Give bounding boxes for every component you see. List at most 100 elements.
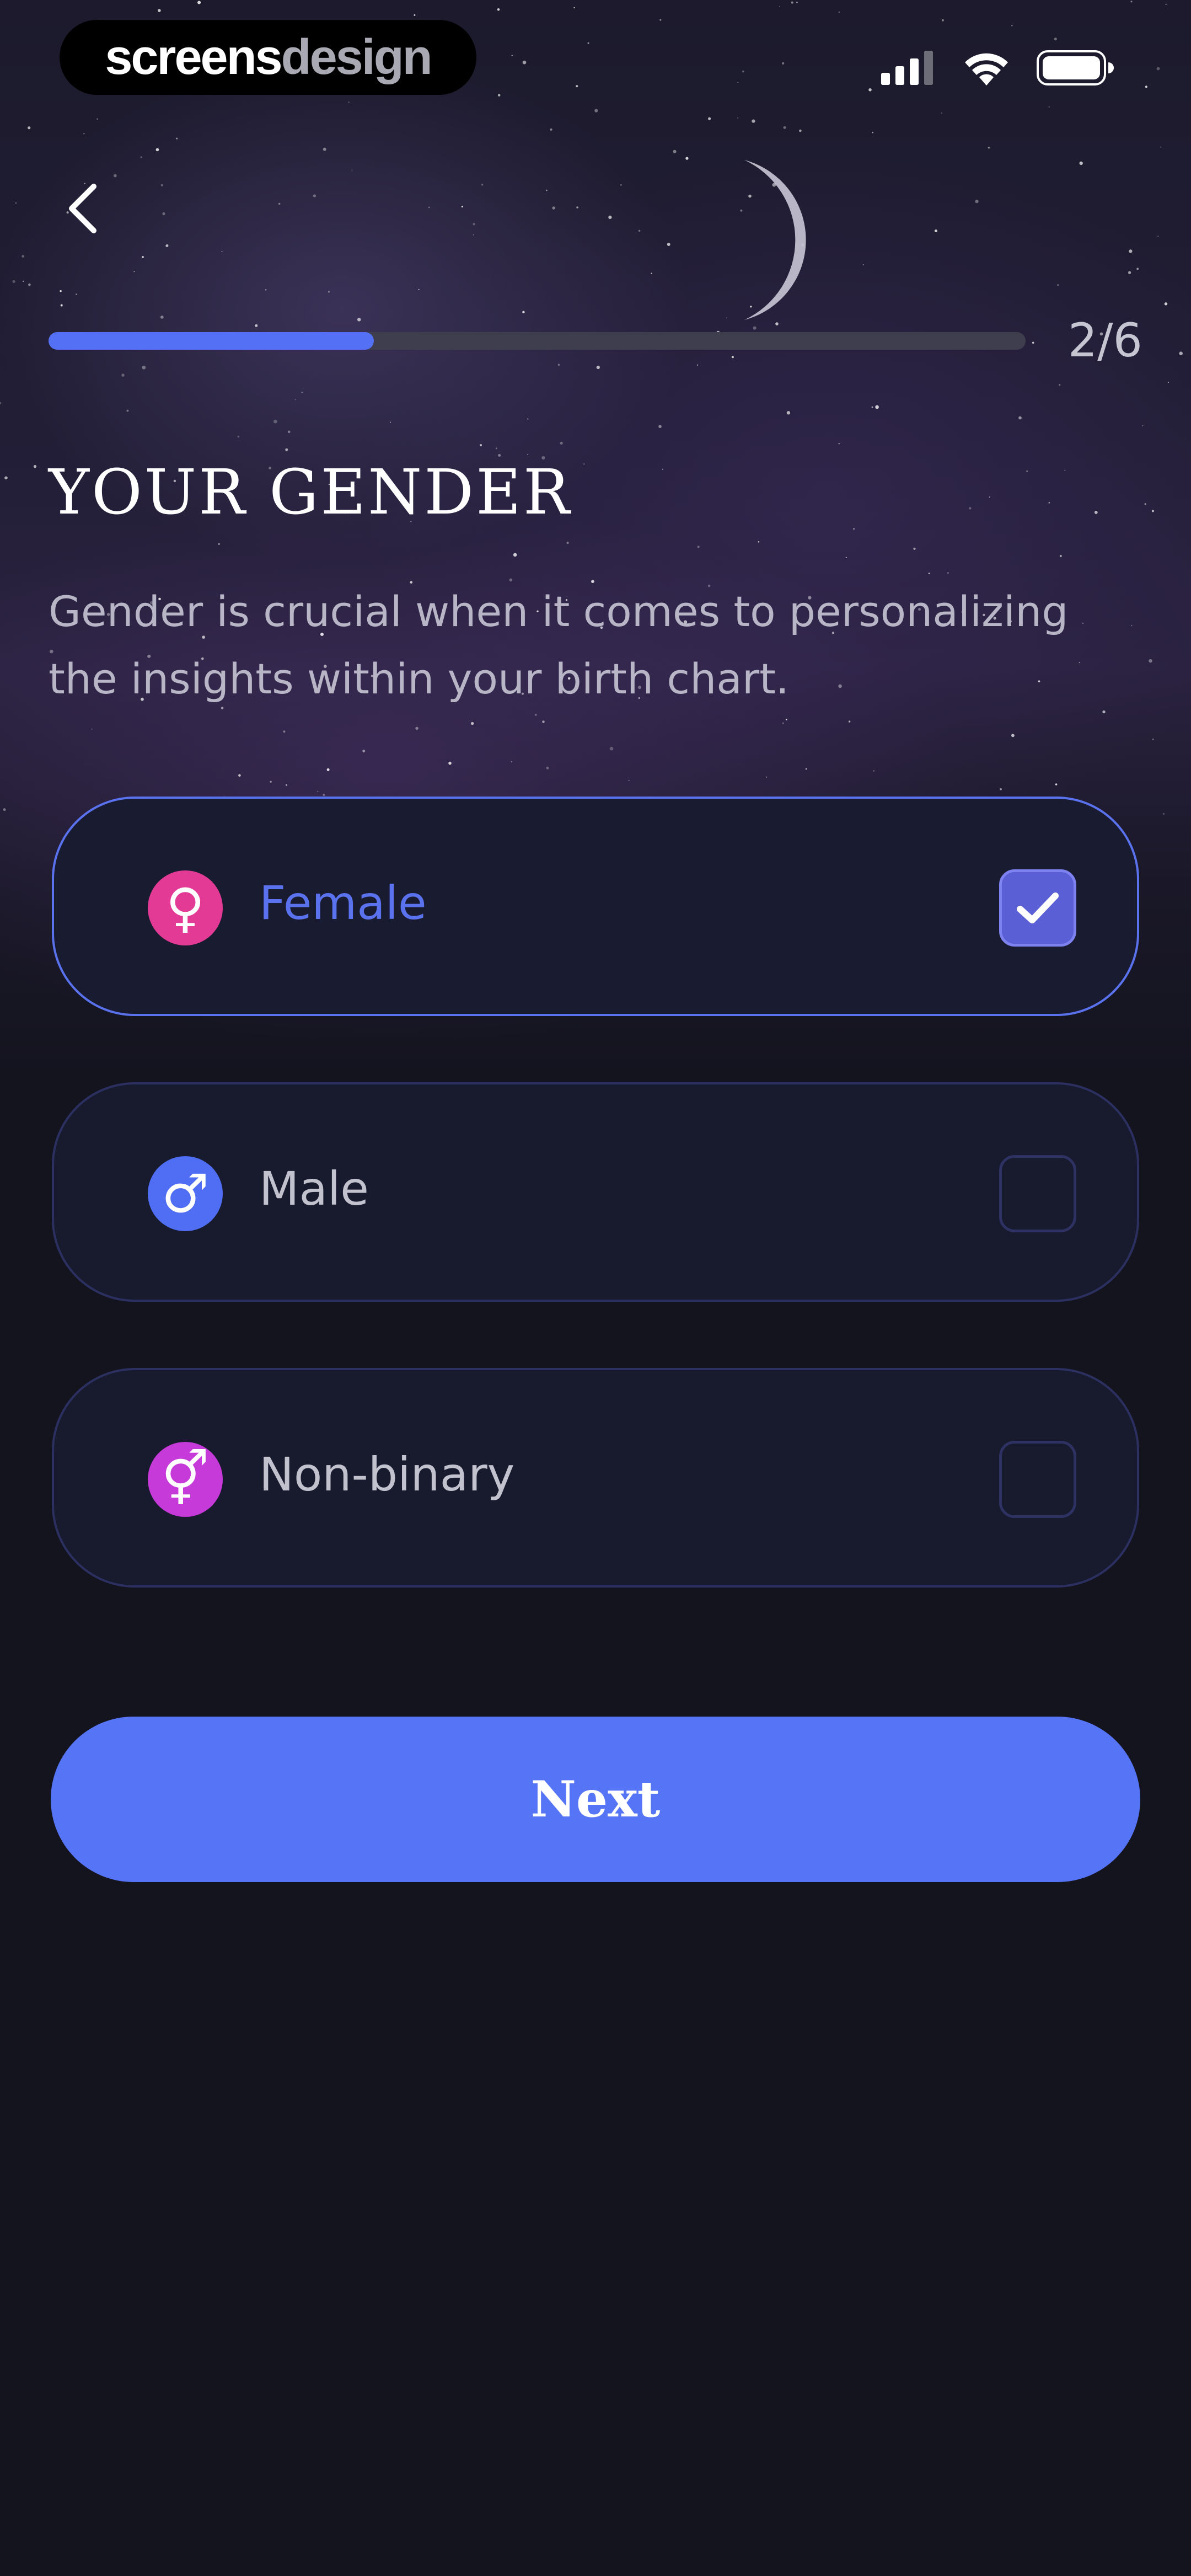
brand-logo-part-1: screens: [105, 29, 282, 85]
star: [1168, 382, 1169, 383]
star: [113, 174, 117, 178]
star: [287, 430, 291, 434]
star: [913, 547, 916, 551]
star: [162, 212, 165, 216]
star: [805, 768, 807, 770]
star: [1129, 249, 1133, 253]
star: [1179, 351, 1183, 355]
star: [362, 750, 366, 752]
star: [160, 316, 164, 319]
star: [522, 311, 525, 313]
star: [1048, 502, 1050, 504]
star: [313, 194, 316, 197]
star: [1142, 425, 1144, 426]
status-bar: screens design: [0, 0, 1191, 132]
star: [1000, 788, 1002, 790]
star: [673, 149, 677, 153]
star: [160, 184, 163, 186]
star: [969, 507, 972, 510]
star: [848, 720, 851, 723]
star: [473, 234, 474, 236]
gender-option-non-binary[interactable]: ⚥ Non-binary: [52, 1368, 1139, 1588]
star: [620, 184, 622, 186]
star: [989, 496, 990, 498]
star: [1018, 416, 1022, 420]
star: [873, 770, 875, 772]
star: [23, 280, 24, 282]
star: [697, 546, 700, 548]
star: [1163, 813, 1165, 815]
star: [121, 373, 125, 377]
star: [1011, 734, 1015, 737]
back-button[interactable]: [55, 175, 110, 242]
gender-option-checkbox[interactable]: [999, 1441, 1076, 1518]
star: [351, 169, 353, 171]
star: [511, 761, 512, 763]
star: [853, 528, 855, 530]
star: [1032, 341, 1034, 344]
star: [415, 726, 419, 730]
star: [155, 148, 159, 152]
star: [560, 441, 563, 445]
star: [975, 199, 979, 204]
wifi-icon: [965, 53, 1008, 85]
star: [697, 364, 699, 366]
battery-icon: [1037, 50, 1114, 85]
star: [1164, 302, 1168, 306]
star: [1079, 161, 1083, 165]
star: [871, 406, 873, 408]
page-title: YOUR GENDER: [49, 457, 572, 528]
star: [238, 774, 241, 777]
star: [1064, 469, 1066, 471]
brand-logo: screens design: [60, 20, 476, 95]
star: [1128, 271, 1131, 274]
star: [328, 291, 330, 293]
star: [608, 215, 612, 219]
checkmark-icon: [1017, 892, 1059, 923]
chevron-left-icon: [69, 184, 96, 233]
gender-option-checkbox[interactable]: [999, 869, 1076, 947]
progress-step-label: 2/6: [1067, 313, 1142, 367]
page-subtitle: Gender is crucial when it comes to perso…: [49, 587, 1069, 703]
star: [513, 553, 517, 557]
star: [1157, 236, 1159, 237]
gender-option-male[interactable]: ♂ Male: [52, 1082, 1139, 1302]
star: [60, 290, 62, 292]
star: [278, 202, 281, 205]
star: [609, 746, 614, 751]
next-button[interactable]: Next: [51, 1717, 1140, 1882]
non-binary-symbol-icon: ⚥: [148, 1442, 223, 1517]
star: [237, 435, 239, 438]
star: [947, 572, 949, 574]
star: [534, 714, 537, 716]
star: [658, 425, 662, 428]
male-symbol-icon: ♂: [148, 1156, 223, 1231]
gender-option-female[interactable]: ♀ Female: [52, 797, 1139, 1016]
gender-option-checkbox[interactable]: [999, 1155, 1076, 1232]
star: [326, 768, 330, 771]
star: [557, 364, 560, 366]
star: [596, 365, 600, 370]
star: [662, 468, 663, 470]
star: [286, 784, 287, 786]
star: [133, 271, 135, 272]
star: [1160, 146, 1162, 148]
star: [418, 289, 420, 291]
star: [934, 229, 937, 233]
star: [1026, 470, 1028, 472]
star: [552, 206, 555, 210]
star: [323, 794, 325, 796]
cellular-signal-icon: [881, 51, 933, 85]
progress-fill: [49, 332, 374, 350]
star: [786, 411, 791, 415]
star: [583, 463, 585, 465]
gender-option-label: Non-binary: [259, 1447, 515, 1501]
star: [480, 444, 482, 446]
star: [1144, 503, 1146, 505]
star: [758, 541, 760, 543]
star: [142, 256, 144, 258]
star: [527, 454, 528, 455]
star: [76, 293, 77, 295]
star: [685, 157, 689, 160]
star: [576, 206, 578, 209]
